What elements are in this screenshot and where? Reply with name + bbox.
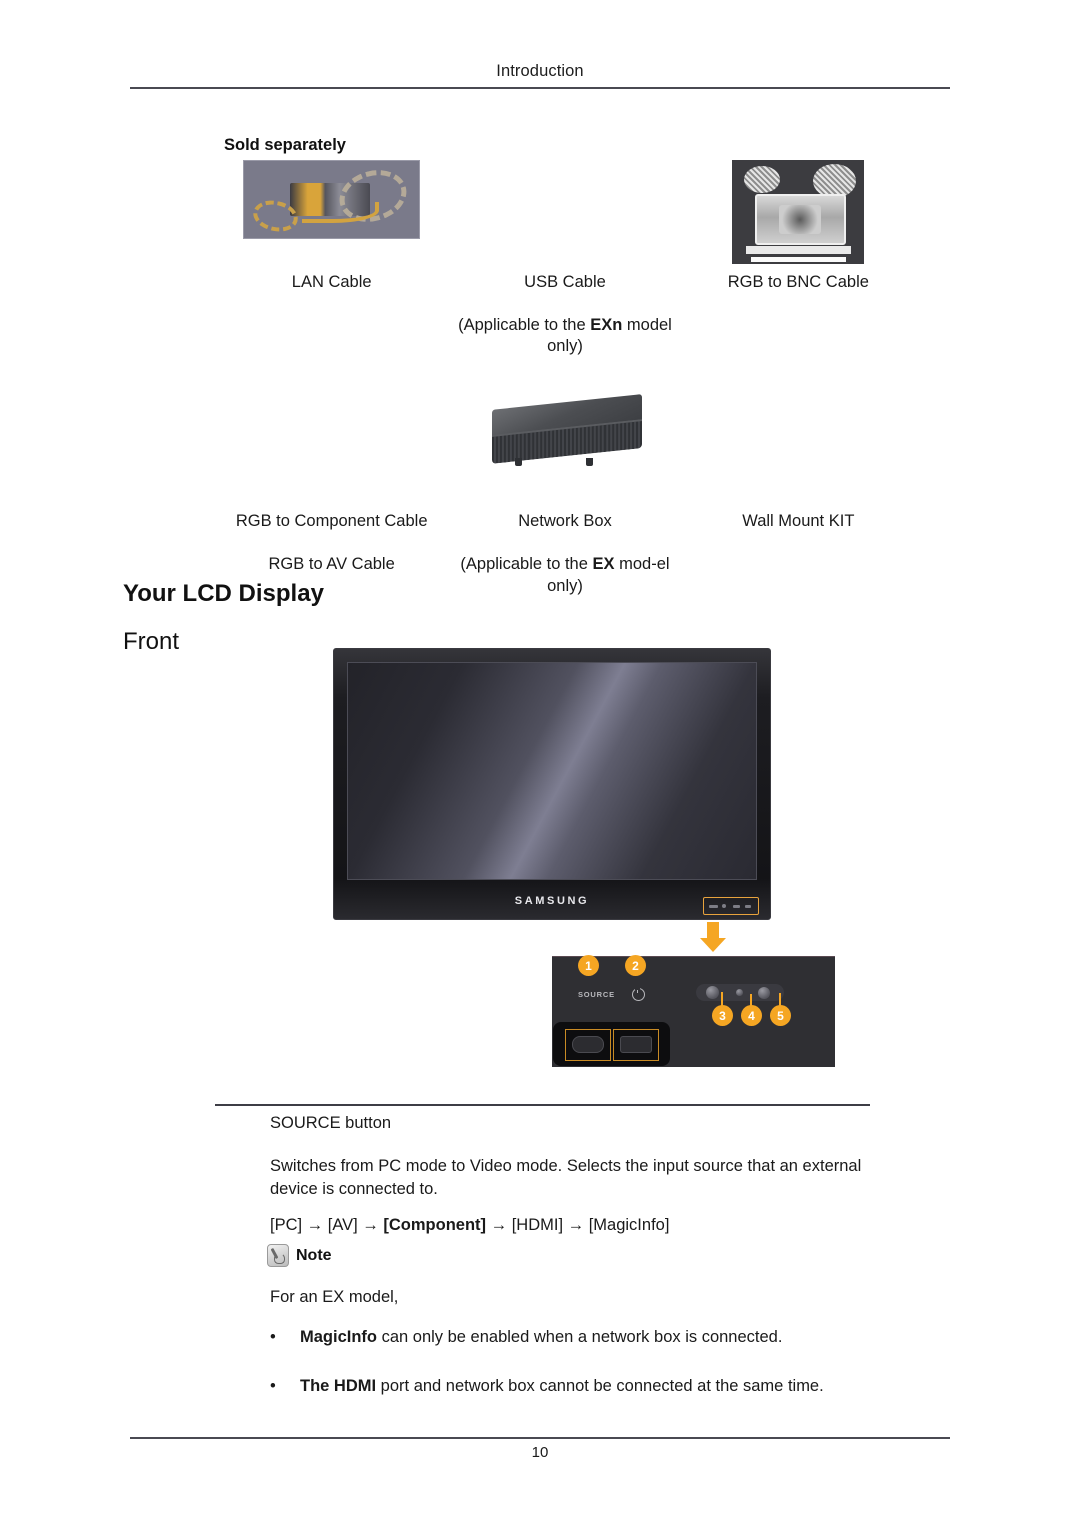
lan-cable-image	[243, 160, 421, 239]
bullet-text: The HDMI port and network box cannot be …	[300, 1375, 824, 1397]
bullet-rest: can only be enabled when a network box i…	[377, 1328, 783, 1346]
network-box-image-slot	[448, 394, 681, 499]
accessory-note-pre: (Applicable to the	[458, 316, 591, 335]
accessory-note: (Applicable to the EX mod-el only)	[457, 554, 672, 596]
accessory-note: RGB to AV Cable	[268, 555, 395, 574]
accessory-item-rgb-to-component-cable: RGB to Component Cable RGB to AV Cable	[215, 399, 448, 596]
source-button-title: SOURCE button	[270, 1114, 392, 1132]
accessory-grid: LAN Cable USB Cable (Applicable to the E…	[215, 160, 915, 597]
accessory-label: LAN Cable	[291, 273, 372, 291]
callout-badge-5: 5	[770, 1005, 791, 1026]
accessory-item-wall-mount-kit: Wall Mount KIT	[682, 399, 915, 596]
sensor-strip	[696, 984, 784, 1001]
callout-arrow-icon	[700, 922, 726, 952]
accessory-label: USB Cable	[524, 273, 606, 291]
callout-badge-3: 3	[712, 1005, 733, 1026]
accessory-item-network-box: Network Box (Applicable to the EX mod-el…	[448, 394, 681, 596]
lan-cable-image-slot	[215, 160, 448, 260]
content-divider	[215, 1104, 870, 1106]
source-sequence: [PC] → [AV] → [Component] → [HDMI] → [Ma…	[270, 1216, 669, 1235]
monitor-figure: SAMSUNG	[333, 648, 771, 920]
sensor-remote-receiver	[706, 986, 719, 999]
accessory-note-pre: (Applicable to the	[460, 555, 593, 574]
bullet-bold-lead: MagicInfo	[300, 1328, 377, 1346]
rgb-to-component-image-slot	[215, 399, 448, 499]
hand-shape	[274, 1253, 285, 1264]
source-sequence-part-3: → [HDMI] → [MagicInfo]	[486, 1216, 670, 1234]
bezel-control-source	[709, 905, 718, 908]
accessory-note-model: EX	[592, 555, 615, 574]
section-heading-your-lcd-display: Your LCD Display	[123, 580, 324, 607]
monitor-bezel: SAMSUNG	[333, 648, 771, 920]
list-item: • The HDMI port and network box cannot b…	[270, 1375, 880, 1397]
bnc-base-lower	[750, 256, 846, 262]
accessory-label: RGB to Component Cable	[235, 512, 428, 531]
sensor-power-indicator	[736, 989, 743, 996]
accessory-item-usb-cable: USB Cable (Applicable to the EXn model o…	[448, 160, 681, 357]
bnc-connector-a	[744, 166, 780, 194]
page-number: 10	[531, 1444, 549, 1461]
bullet-text: MagicInfo can only be enabled when a net…	[300, 1326, 782, 1348]
sensor-brightness	[758, 987, 770, 999]
source-button-description: Switches from PC mode to Video mode. Sel…	[270, 1157, 862, 1199]
footer-divider	[130, 1437, 950, 1439]
bullet-rest: port and network box cannot be connected…	[376, 1377, 824, 1396]
bezel-control-sensor-a	[733, 905, 740, 908]
bullet-marker-icon: •	[270, 1377, 276, 1396]
rgb-plug	[754, 194, 846, 246]
note-block: Note	[267, 1244, 332, 1267]
accessory-label: Network Box	[518, 512, 612, 531]
callout-badge-4: 4	[741, 1005, 762, 1026]
accessory-item-rgb-to-bnc-cable: RGB to BNC Cable	[682, 160, 915, 357]
usb-cable-image-slot	[448, 160, 681, 260]
sold-separately-heading: Sold separately	[224, 136, 346, 154]
network-box-foot	[586, 458, 594, 467]
accessory-label: RGB to BNC Cable	[727, 273, 869, 291]
note-bullet-list: • MagicInfo can only be enabled when a n…	[270, 1326, 880, 1425]
accessory-row-1: LAN Cable USB Cable (Applicable to the E…	[215, 160, 915, 357]
rgb-to-bnc-image-slot	[682, 160, 915, 264]
bullet-marker-icon: •	[270, 1328, 276, 1346]
panel-button-block	[553, 1022, 670, 1066]
source-sequence-part-2: [Component]	[383, 1216, 487, 1234]
accessory-row-2: RGB to Component Cable RGB to AV Cable N…	[215, 394, 915, 596]
note-header: Note	[267, 1244, 332, 1267]
header-divider	[130, 87, 950, 89]
wall-mount-image-slot	[682, 399, 915, 499]
header-title: Introduction	[496, 62, 584, 80]
source-button-key[interactable]	[572, 1036, 604, 1053]
bullet-bold-lead: The HDMI	[300, 1377, 377, 1396]
note-intro-text: For an EX model,	[270, 1288, 399, 1306]
bezel-controls-highlight	[703, 897, 759, 915]
network-box-image	[476, 394, 654, 471]
bnc-base	[745, 246, 852, 254]
power-button-key[interactable]	[620, 1036, 652, 1053]
arrow-head	[700, 938, 726, 952]
accessory-item-lan-cable: LAN Cable	[215, 160, 448, 357]
panel-source-label: SOURCE	[578, 990, 615, 999]
network-box-foot	[515, 458, 523, 467]
callout-badge-2: 2	[625, 955, 646, 976]
note-label: Note	[296, 1246, 332, 1264]
note-pencil-icon	[267, 1244, 289, 1267]
arrow-shaft	[707, 922, 719, 939]
callout-badge-1: 1	[578, 955, 599, 976]
accessory-note-model: EXn	[590, 316, 623, 335]
rgb-to-bnc-cable-image	[732, 160, 865, 264]
monitor-screen	[347, 662, 757, 880]
bnc-connector-b	[812, 164, 857, 199]
bezel-control-sensor-b	[745, 905, 751, 908]
power-icon	[632, 985, 645, 1001]
list-item: • MagicInfo can only be enabled when a n…	[270, 1326, 880, 1348]
accessory-label: Wall Mount KIT	[742, 512, 855, 531]
section-heading-front: Front	[123, 628, 180, 655]
page-header: Introduction	[130, 62, 950, 89]
source-sequence-part-1: [PC] → [AV] →	[270, 1216, 384, 1234]
bezel-control-power	[722, 904, 726, 908]
accessory-note: (Applicable to the EXn model only)	[457, 315, 672, 357]
